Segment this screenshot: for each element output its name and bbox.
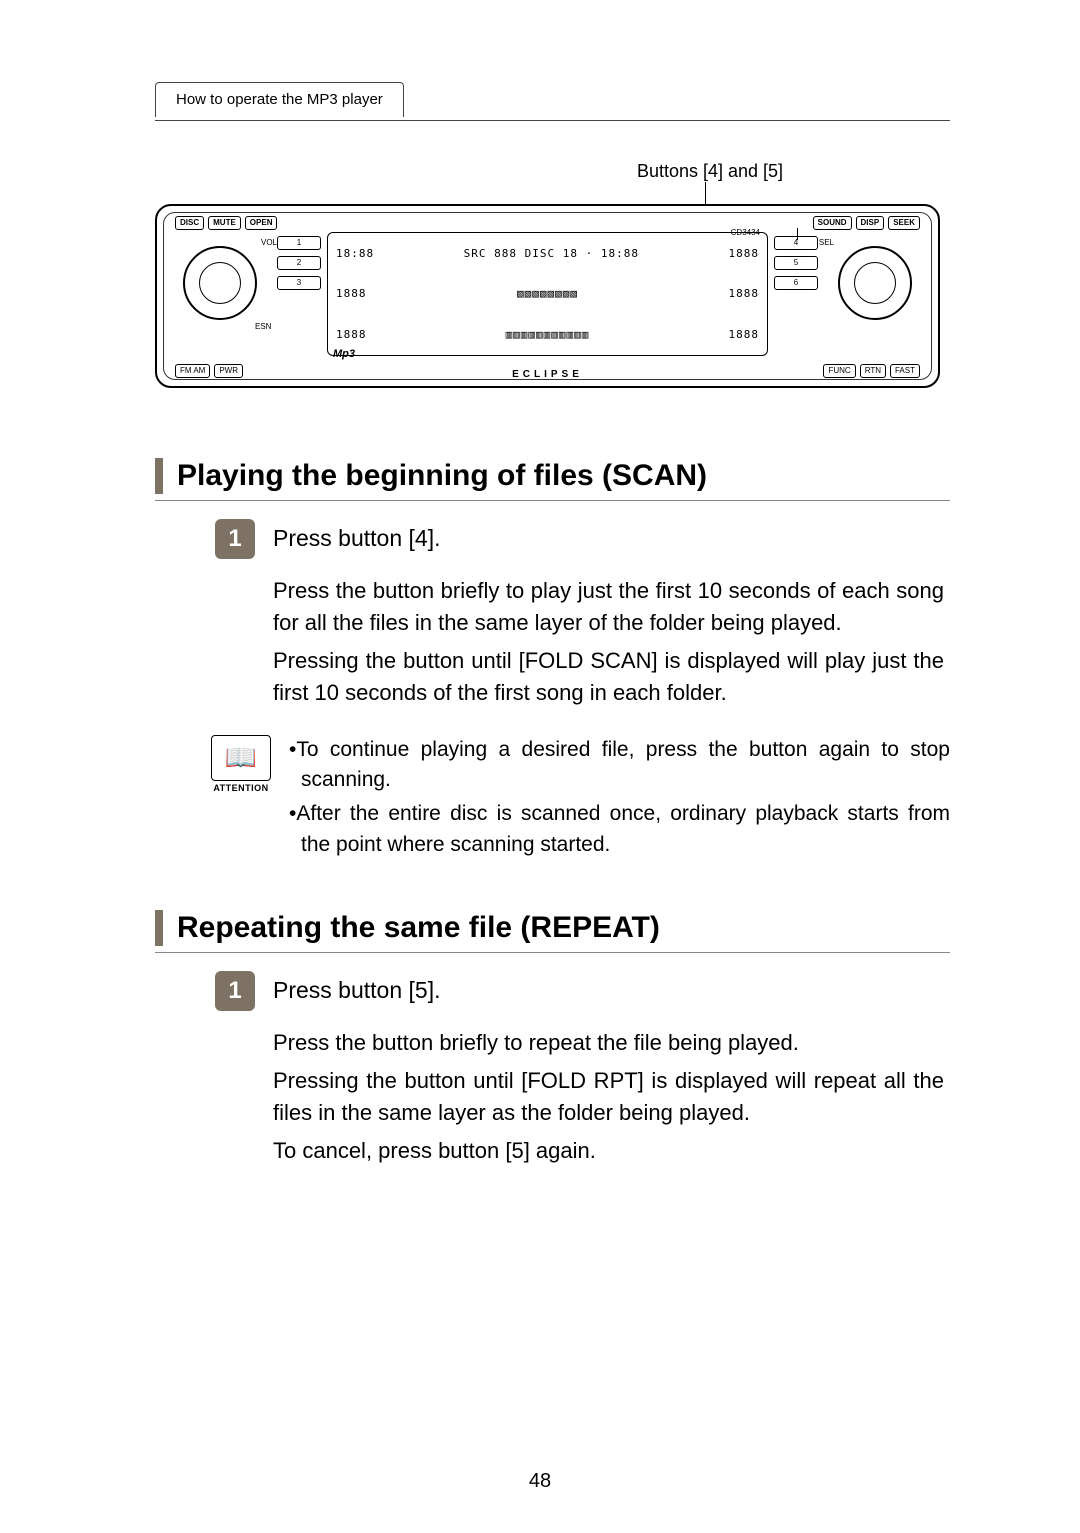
callout-pointer — [705, 182, 706, 204]
lcd-r3-right: 1888 — [729, 328, 760, 341]
scan-p2: Pressing the button until [FOLD SCAN] is… — [273, 645, 944, 709]
section-bar-icon — [155, 458, 163, 494]
repeat-p3: To cancel, press button [5] again. — [273, 1135, 944, 1167]
page-number: 48 — [0, 1470, 1080, 1493]
chapter-tab: How to operate the MP3 player — [155, 82, 404, 117]
preset-5: 5 — [774, 256, 818, 270]
scan-p1: Press the button briefly to play just th… — [273, 575, 944, 639]
pwr-button: PWR — [214, 364, 243, 378]
fm-am-button: FM AM — [175, 364, 210, 378]
lcd-r3-mid: ▥▥▥▥▥▥▥▥▥▥▥ — [375, 328, 721, 341]
device-diagram: DISC MUTE OPEN SOUND DISP SEEK VOL ESN S… — [155, 204, 940, 388]
lcd-r2-right: 1888 — [729, 287, 760, 300]
repeat-title: Repeating the same file (REPEAT) — [177, 911, 660, 945]
preset-4: 4 — [774, 236, 818, 250]
step-number-badge: 1 — [215, 971, 255, 1011]
header-rule — [155, 120, 950, 121]
seek-button: SEEK — [888, 216, 920, 230]
attention-label: ATTENTION — [211, 783, 271, 793]
sel-label: SEL — [819, 238, 834, 247]
lcd-r2-left: 1888 — [336, 287, 367, 300]
left-number-column: 1 2 3 — [277, 236, 321, 290]
repeat-p1: Press the button briefly to repeat the f… — [273, 1027, 944, 1059]
mp3-label: Mp3 — [333, 348, 355, 360]
mute-button: MUTE — [208, 216, 241, 230]
scan-body: Press the button briefly to play just th… — [273, 575, 944, 709]
disp-button: DISP — [856, 216, 885, 230]
attention-icon: 📖 — [211, 735, 271, 781]
left-knob — [183, 246, 257, 320]
scan-title: Playing the beginning of files (SCAN) — [177, 459, 707, 493]
diagram-callout: Buttons [4] and [5] — [585, 161, 835, 182]
scan-step-title: Press button [4]. — [273, 525, 440, 552]
repeat-section: Repeating the same file (REPEAT) 1 Press… — [155, 910, 950, 1167]
lcd-r2-mid: ▧▧▧▧▧▧▧▧ — [375, 287, 721, 300]
scan-section: Playing the beginning of files (SCAN) 1 … — [155, 458, 950, 864]
attention-line-1: •To continue playing a desired file, pre… — [289, 735, 950, 796]
disc-button: DISC — [175, 216, 204, 230]
repeat-step-title: Press button [5]. — [273, 977, 440, 1004]
sound-button: SOUND — [813, 216, 852, 230]
preset-1: 1 — [277, 236, 321, 250]
lcd-r1-right: 1888 — [729, 247, 760, 260]
callout-target-line — [797, 228, 798, 240]
lcd-r3-left: 1888 — [336, 328, 367, 341]
repeat-body: Press the button briefly to repeat the f… — [273, 1027, 944, 1167]
section-bar-icon — [155, 910, 163, 946]
esn-label: ESN — [255, 322, 271, 331]
preset-3: 3 — [277, 276, 321, 290]
preset-2: 2 — [277, 256, 321, 270]
lcd-display: 18:88 SRC 888 DISC 18 · 18:88 1888 1888 … — [327, 232, 768, 356]
step-number-badge: 1 — [215, 519, 255, 559]
attention-block: 📖 ATTENTION •To continue playing a desir… — [211, 735, 950, 865]
lcd-r1-mid: SRC 888 DISC 18 · 18:88 — [382, 247, 720, 260]
rtn-button: RTN — [860, 364, 886, 378]
attention-line-2: •After the entire disc is scanned once, … — [289, 799, 950, 860]
open-button: OPEN — [245, 216, 278, 230]
preset-6: 6 — [774, 276, 818, 290]
right-number-column: 4 5 6 — [774, 236, 818, 290]
func-button: FUNC — [823, 364, 855, 378]
lcd-r1-left: 18:88 — [336, 247, 374, 260]
vol-label: VOL — [261, 238, 277, 247]
right-knob — [838, 246, 912, 320]
fast-button: FAST — [890, 364, 920, 378]
repeat-p2: Pressing the button until [FOLD RPT] is … — [273, 1065, 944, 1129]
cd-model-label: CD3434 — [731, 228, 760, 237]
